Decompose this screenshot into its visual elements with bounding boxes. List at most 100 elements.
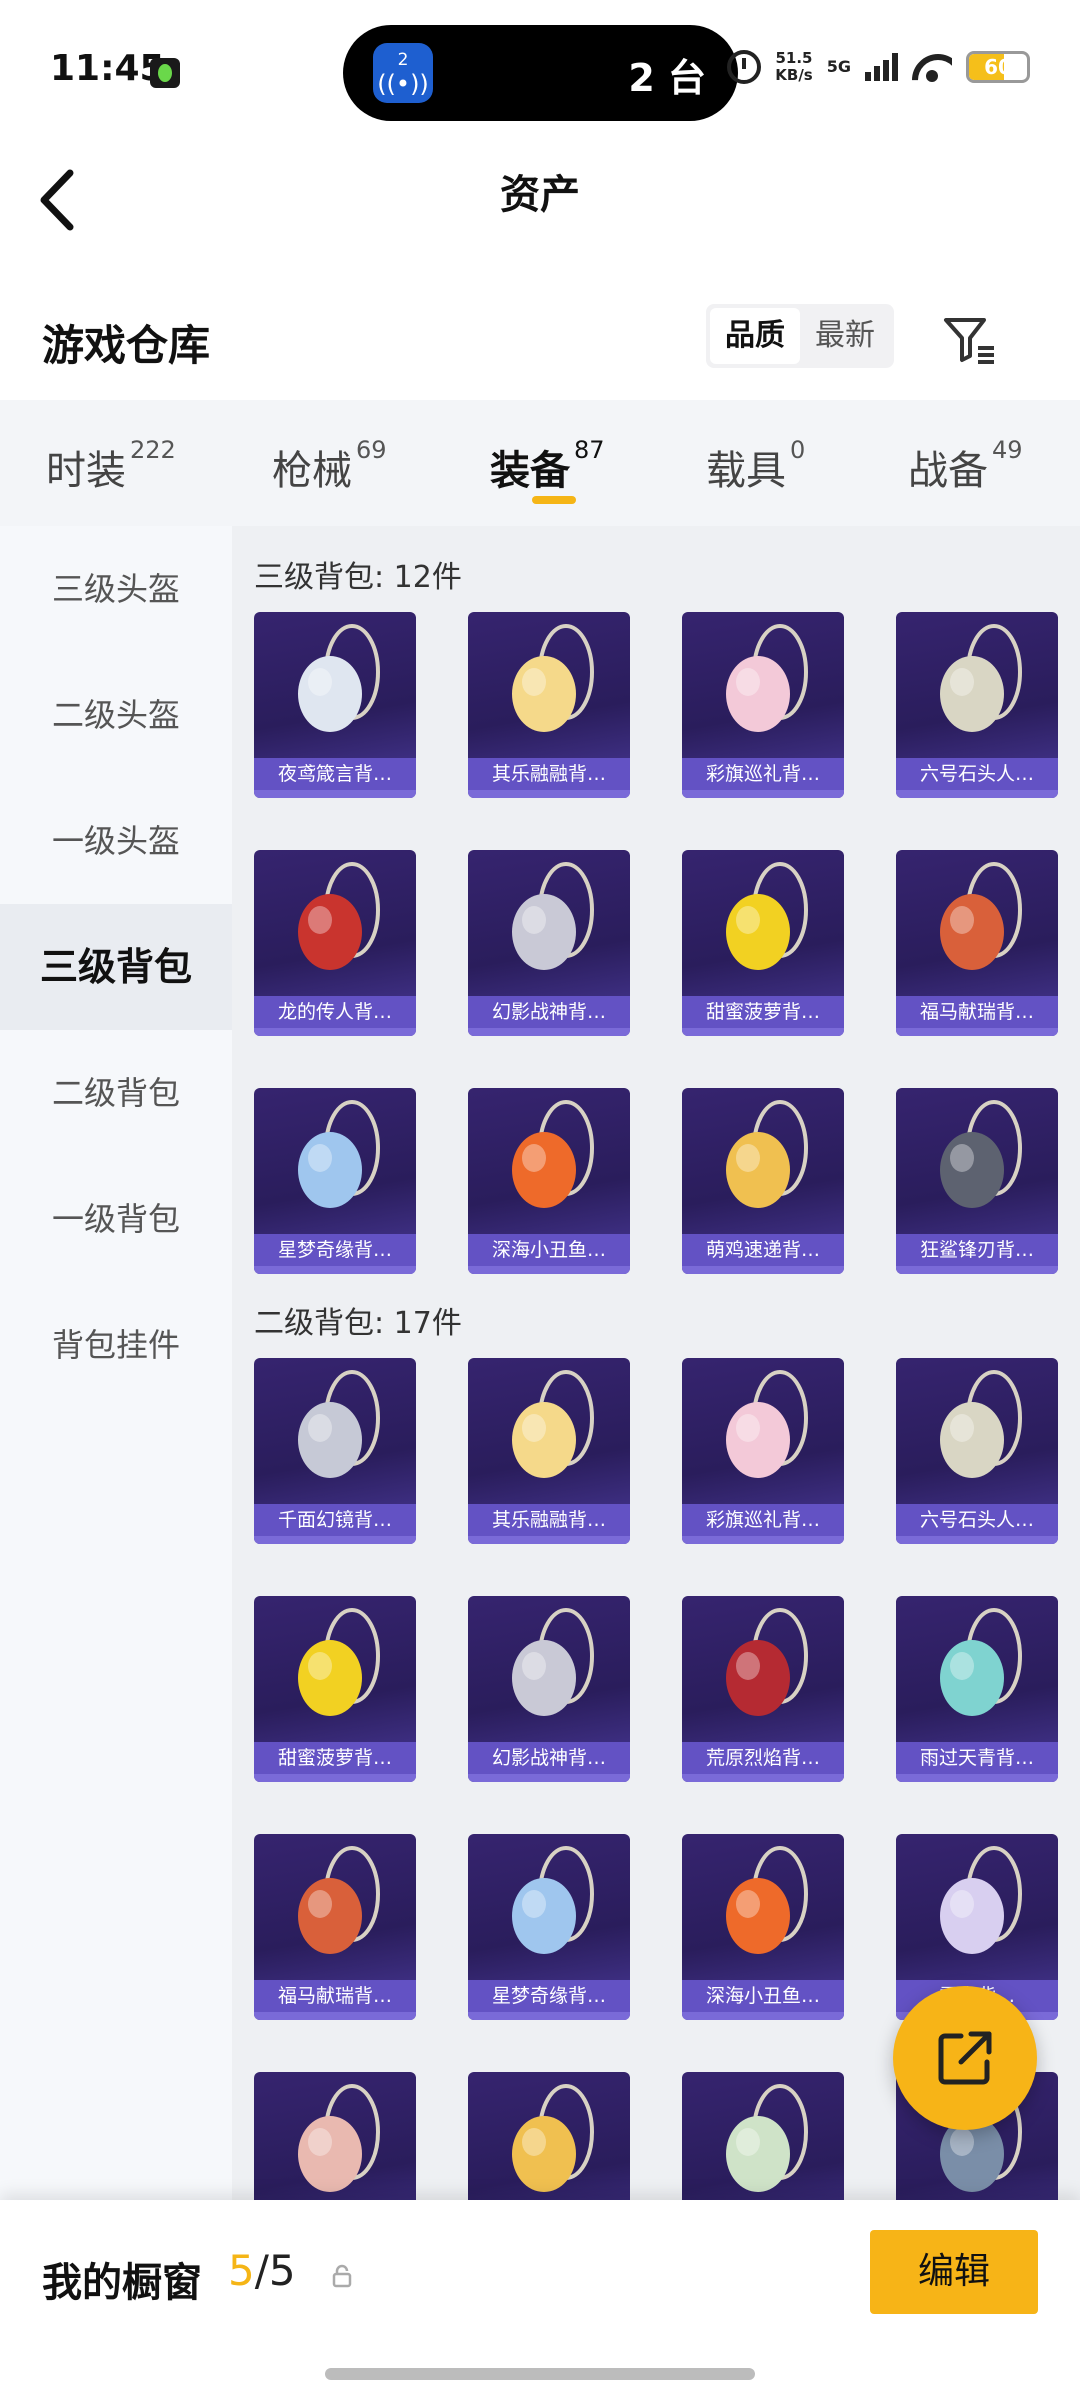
item-card[interactable]: 星梦奇缘背…	[254, 1088, 416, 1274]
tab-vehicles[interactable]: 载具 0	[706, 436, 806, 496]
item-card[interactable]: 甜蜜菠萝背…	[254, 1596, 416, 1782]
phantom-backpack-icon	[512, 1608, 594, 1716]
sidebar-item-backpack-charm[interactable]: 背包挂件	[0, 1282, 232, 1408]
sort-option-quality[interactable]: 品质	[710, 308, 800, 364]
item-card[interactable]: 深海小丑鱼…	[682, 1834, 844, 2020]
item-card[interactable]: 六号石头人…	[896, 1358, 1058, 1544]
item-card[interactable]	[468, 2072, 630, 2200]
item-card[interactable]: 狂鲨锋刃背…	[896, 1088, 1058, 1274]
net-speed-unit: KB/s	[775, 66, 813, 84]
cupcake-backpack-icon	[512, 1370, 594, 1478]
item-card[interactable]: 福马献瑞背…	[896, 850, 1058, 1036]
horse-backpack-icon	[940, 862, 1022, 970]
item-label: 其乐融融背…	[468, 1504, 630, 1536]
item-card[interactable]: 六号石头人…	[896, 612, 1058, 798]
clownfish-backpack-icon	[512, 1100, 594, 1208]
home-indicator[interactable]	[325, 2368, 755, 2380]
clownfish-backpack-icon	[726, 1846, 808, 1954]
sidebar-item-helmet-1[interactable]: 一级头盔	[0, 778, 232, 904]
item-label: 甜蜜菠萝背…	[254, 1742, 416, 1774]
item-label: 其乐融融背…	[468, 758, 630, 790]
dragon-backpack-icon	[298, 862, 380, 970]
item-card[interactable]: 萌鸡速递背…	[682, 1088, 844, 1274]
category-tabs: 时装 222 枪械 69 装备 87 载具 0 战备 49	[0, 400, 1080, 526]
item-card[interactable]: 幻影战神背…	[468, 850, 630, 1036]
tab-weapons[interactable]: 枪械 69	[272, 436, 387, 496]
item-grid[interactable]: 三级背包: 12件 二级背包: 17件 夜鸢箴言背… 其乐融融背… 彩旗巡礼背… 六号…	[232, 526, 1080, 2200]
item-card[interactable]: 雨过天青背…	[896, 1596, 1058, 1782]
item-card[interactable]: 幻影战神背…	[468, 1596, 630, 1782]
stone-golem-backpack-icon	[940, 1370, 1022, 1478]
tab-count: 0	[790, 436, 806, 464]
item-label: 幻影战神背…	[468, 996, 630, 1028]
phantom-backpack-icon	[512, 862, 594, 970]
item-card[interactable]: 其乐融融背…	[468, 612, 630, 798]
item-card[interactable]: 夜鸢箴言背…	[254, 612, 416, 798]
tab-count: 87	[574, 436, 605, 464]
status-time: 11:45	[50, 48, 165, 89]
ribbon-backpack-icon	[726, 624, 808, 732]
network-type: 5G	[826, 57, 851, 76]
item-card[interactable]: 星梦奇缘背…	[468, 1834, 630, 2020]
item-label: 萌鸡速递背…	[682, 1234, 844, 1266]
tab-fashion[interactable]: 时装 222	[46, 436, 176, 496]
filter-icon	[944, 318, 994, 364]
filter-button[interactable]	[940, 310, 1000, 370]
item-card[interactable]: 深海小丑鱼…	[468, 1088, 630, 1274]
chick-backpack-icon	[512, 2084, 594, 2192]
sidebar-item-helmet-3[interactable]: 三级头盔	[0, 526, 232, 652]
net-speed-value: 51.5	[775, 49, 813, 67]
share-button[interactable]	[893, 1986, 1037, 2130]
stone-golem-backpack-icon	[940, 624, 1022, 732]
flame-backpack-icon	[726, 1608, 808, 1716]
showcase-count: 5/5	[228, 2246, 296, 2295]
item-label: 星梦奇缘背…	[468, 1980, 630, 2012]
item-card[interactable]: 其乐融融背…	[468, 1358, 630, 1544]
item-card[interactable]: 荒原烈焰背…	[682, 1596, 844, 1782]
edit-button[interactable]: 编辑	[870, 2230, 1038, 2314]
tab-label: 枪械	[272, 448, 352, 494]
casting-badge-icon: 2 ((•))	[373, 43, 433, 103]
item-label: 深海小丑鱼…	[468, 1234, 630, 1266]
pineapple-backpack-icon	[726, 862, 808, 970]
showcase-bar: 我的橱窗 5/5 编辑	[0, 2200, 1080, 2400]
sidebar-item-backpack-3[interactable]: 三级背包	[0, 904, 232, 1030]
showcase-label: 我的橱窗	[42, 2260, 202, 2306]
tab-label: 装备	[490, 448, 570, 494]
mirror-backpack-icon	[298, 1370, 380, 1478]
tab-supplies[interactable]: 战备 49	[908, 436, 1023, 496]
item-card[interactable]	[254, 2072, 416, 2200]
showcase-separator: /	[254, 2246, 269, 2295]
item-card[interactable]: 千面幻镜背…	[254, 1358, 416, 1544]
item-label: 深海小丑鱼…	[682, 1980, 844, 2012]
item-card[interactable]: 彩旗巡礼背…	[682, 1358, 844, 1544]
item-label: 雨过天青背…	[896, 1742, 1058, 1774]
tab-count: 69	[356, 436, 387, 464]
tab-label: 载具	[706, 448, 786, 494]
group-title-backpack-2: 二级背包: 17件	[254, 1306, 462, 1341]
tab-label: 战备	[908, 448, 988, 494]
notification-app-icon	[150, 58, 180, 88]
item-card[interactable]	[682, 2072, 844, 2200]
dynamic-island[interactable]: 2 ((•)) 2 台	[343, 25, 738, 121]
ribbon-backpack-icon	[726, 1370, 808, 1478]
celadon-backpack-icon	[940, 1608, 1022, 1716]
share-icon	[938, 2031, 992, 2085]
swan-backpack-icon	[298, 1100, 380, 1208]
snowman-backpack-icon	[940, 1846, 1022, 1954]
item-card[interactable]: 龙的传人背…	[254, 850, 416, 1036]
item-label: 六号石头人…	[896, 758, 1058, 790]
shark-backpack-icon	[940, 1100, 1022, 1208]
sidebar-item-backpack-1[interactable]: 一级背包	[0, 1156, 232, 1282]
item-label: 千面幻镜背…	[254, 1504, 416, 1536]
tab-equipment[interactable]: 装备 87	[490, 436, 605, 496]
sort-option-newest[interactable]: 最新	[800, 308, 890, 364]
sidebar-item-helmet-2[interactable]: 二级头盔	[0, 652, 232, 778]
alarm-icon	[727, 50, 762, 84]
sidebar-item-backpack-2[interactable]: 二级背包	[0, 1030, 232, 1156]
item-label: 星梦奇缘背…	[254, 1234, 416, 1266]
item-card[interactable]: 彩旗巡礼背…	[682, 612, 844, 798]
page-title: 资产	[500, 172, 580, 218]
item-card[interactable]: 甜蜜菠萝背…	[682, 850, 844, 1036]
item-card[interactable]: 福马献瑞背…	[254, 1834, 416, 2020]
